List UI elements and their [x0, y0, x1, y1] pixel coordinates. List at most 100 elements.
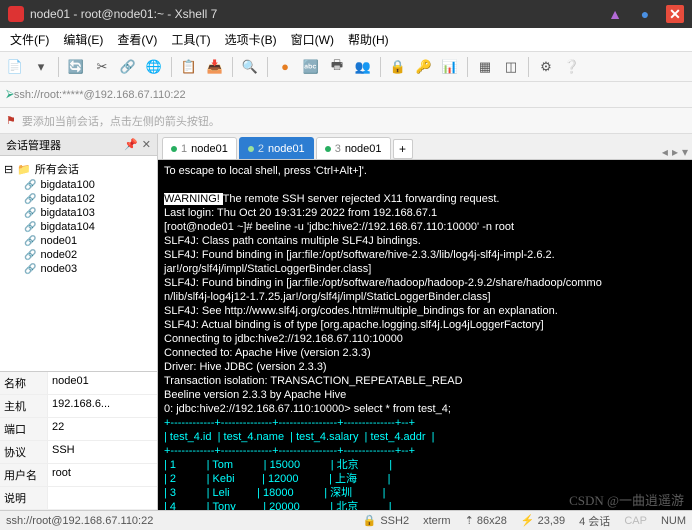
menu-item[interactable]: 查看(V)	[111, 29, 163, 50]
main-area: 会话管理器 📌 ✕ ⊟📁所有会话🔗bigdata100🔗bigdata102🔗b…	[0, 134, 692, 510]
property-row: 端口22	[0, 418, 157, 441]
hint-bar: ⚑ 要添加当前会话，点击左侧的箭头按钮。	[0, 108, 692, 134]
collapse-icon[interactable]: ⊟	[4, 163, 13, 176]
color-icon[interactable]: ●	[274, 56, 296, 78]
split-icon[interactable]: ◫	[500, 56, 522, 78]
status-pos: ⚡ 23,39	[521, 514, 565, 527]
property-value: node01	[48, 372, 157, 394]
property-row: 主机192.168.6...	[0, 395, 157, 418]
tab-number: 3	[335, 143, 341, 155]
tab-prev-icon[interactable]: ◂	[662, 145, 668, 159]
tab-number: 2	[258, 143, 264, 155]
status-num: NUM	[661, 515, 686, 527]
session-label: node03	[40, 263, 77, 275]
tab-menu-icon[interactable]: ▾	[682, 145, 688, 159]
property-key: 说明	[0, 487, 48, 509]
menu-item[interactable]: 编辑(E)	[57, 29, 109, 50]
session-item[interactable]: 🔗 node01	[2, 234, 155, 248]
link-icon[interactable]: 🔗	[117, 56, 139, 78]
session-label: bigdata102	[40, 193, 94, 205]
session-item[interactable]: 🔗bigdata104	[2, 220, 155, 234]
terminal[interactable]: To escape to local shell, press 'Ctrl+Al…	[158, 160, 692, 510]
session-item[interactable]: 🔗node03	[2, 262, 155, 276]
new-session-icon[interactable]: 📄	[4, 56, 26, 78]
status-connection: ssh://root@192.168.67.110:22	[6, 515, 153, 527]
session-tabs: 1 node01 2node013node01+ ◂ ▸ ▾	[158, 134, 692, 160]
property-key: 端口	[0, 418, 48, 440]
font-icon[interactable]: 🔤	[300, 56, 322, 78]
property-row: 协议SSH	[0, 441, 157, 464]
key-icon[interactable]: 🔑	[413, 56, 435, 78]
app-icon	[8, 6, 24, 22]
watermark: CSDN @一曲逍遥游	[569, 494, 684, 508]
session-tab[interactable]: 3node01	[316, 137, 391, 159]
property-value	[48, 487, 157, 509]
disconnect-icon[interactable]: ✂	[91, 56, 113, 78]
menu-item[interactable]: 窗口(W)	[285, 29, 340, 50]
users-icon[interactable]: 👥	[352, 56, 374, 78]
folder-icon: 📁	[17, 163, 31, 176]
dropdown-icon[interactable]: ▾	[30, 56, 52, 78]
session-label: node01	[40, 235, 77, 247]
status-cap: CAP	[624, 515, 647, 527]
session-icon: 🔗	[24, 194, 36, 205]
lock-icon[interactable]: 🔒	[387, 56, 409, 78]
session-item[interactable]: 🔗bigdata103	[2, 206, 155, 220]
list-icon[interactable]: 📊	[439, 56, 461, 78]
pin-icon[interactable]: 📌	[124, 138, 138, 151]
tab-label: node01	[191, 143, 228, 155]
menu-item[interactable]: 选项卡(B)	[219, 29, 283, 50]
property-value: root	[48, 464, 157, 486]
status-dot-icon	[171, 146, 177, 152]
property-row: 用户名root	[0, 464, 157, 487]
copy-icon[interactable]: 📋	[178, 56, 200, 78]
sidebar-title: 会话管理器	[6, 137, 61, 153]
tree-root-label[interactable]: 所有会话	[35, 161, 79, 177]
tab-number: 1	[181, 143, 187, 155]
status-size: ⇡ 86x28	[465, 514, 507, 527]
property-value: 22	[48, 418, 157, 440]
session-item[interactable]: 🔗 bigdata102	[2, 192, 155, 206]
reconnect-icon[interactable]: 🔄	[65, 56, 87, 78]
property-key: 协议	[0, 441, 48, 463]
window-title: node01 - root@node01:~ - Xshell 7	[30, 7, 217, 21]
status-term: xterm	[423, 515, 451, 527]
session-tab[interactable]: 1 node01	[162, 137, 237, 159]
help-icon[interactable]: ❔	[561, 56, 583, 78]
menu-item[interactable]: 文件(F)	[4, 29, 55, 50]
print-icon[interactable]: 🖶	[326, 56, 348, 78]
session-label: bigdata103	[40, 207, 94, 219]
session-properties: 名称node01主机192.168.6...端口22协议SSH用户名root说明	[0, 371, 157, 510]
address-text[interactable]: ssh://root:*****@192.168.67.110:22	[14, 89, 186, 101]
status-bar: ssh://root@192.168.67.110:22 🔒 SSH2 xter…	[0, 510, 692, 530]
session-label: node02	[40, 249, 77, 261]
tab-next-icon[interactable]: ▸	[672, 145, 678, 159]
property-key: 名称	[0, 372, 48, 394]
flag-icon: ⚑	[6, 114, 16, 127]
session-tree[interactable]: ⊟📁所有会话🔗bigdata100🔗bigdata102🔗bigdata103🔗…	[0, 156, 157, 371]
circle-icon[interactable]: ●	[636, 5, 654, 23]
session-item[interactable]: 🔗bigdata100	[2, 178, 155, 192]
session-item[interactable]: 🔗 node02	[2, 248, 155, 262]
close-pane-icon[interactable]: ✕	[142, 138, 151, 151]
status-sessions: 4 会话	[579, 513, 610, 529]
session-icon: 🔗	[24, 250, 36, 261]
terminal-area: 1 node01 2node013node01+ ◂ ▸ ▾ To escape to l…	[158, 134, 692, 510]
session-icon: 🔗	[24, 236, 36, 247]
settings-icon[interactable]: ⚙	[535, 56, 557, 78]
menu-item[interactable]: 工具(T)	[165, 29, 216, 50]
session-icon: 🔗	[24, 180, 36, 191]
menu-item[interactable]: 帮助(H)	[342, 29, 395, 50]
triangle-icon[interactable]: ▲	[606, 5, 624, 23]
paste-icon[interactable]: 📥	[204, 56, 226, 78]
property-key: 用户名	[0, 464, 48, 486]
search-icon[interactable]: 🔍	[239, 56, 261, 78]
layout-icon[interactable]: ▦	[474, 56, 496, 78]
session-tab[interactable]: 2node01	[239, 137, 314, 159]
close-icon[interactable]: ✕	[666, 5, 684, 23]
globe-icon[interactable]: 🌐	[143, 56, 165, 78]
sidebar: 会话管理器 📌 ✕ ⊟📁所有会话🔗bigdata100🔗bigdata102🔗b…	[0, 134, 158, 510]
new-tab-button[interactable]: +	[393, 139, 413, 159]
property-key: 主机	[0, 395, 48, 417]
status-dot-icon	[325, 146, 331, 152]
